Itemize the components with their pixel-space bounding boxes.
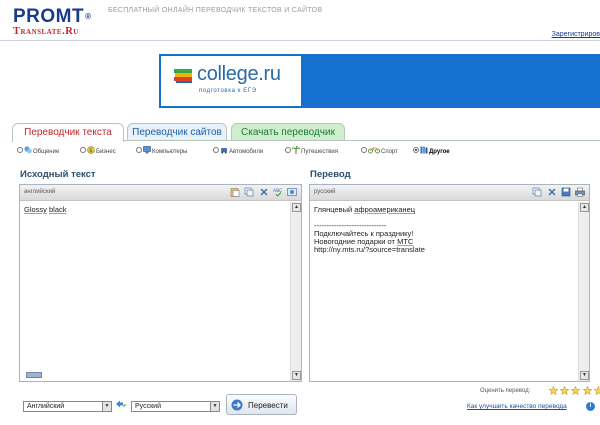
banner-logo-area: college.ru подготовка к ЕГЭ	[161, 56, 301, 106]
radio-button[interactable]	[17, 147, 23, 154]
books-icon	[174, 69, 192, 83]
radio-button[interactable]	[413, 147, 419, 154]
star-icon[interactable]	[560, 386, 570, 395]
topic-other[interactable]: Другое	[413, 146, 450, 158]
tab-site-translator[interactable]: Переводчик сайтов	[127, 123, 227, 141]
source-panel-toolbar: английский ABC	[20, 185, 301, 201]
scroll-up-button[interactable]: ▲	[580, 203, 589, 212]
books-icon	[420, 146, 428, 154]
target-language-select[interactable]: Русский ▼	[131, 401, 220, 412]
topic-label: Путешествия	[301, 149, 339, 155]
star-icon[interactable]	[582, 386, 592, 395]
character-counter	[26, 372, 42, 378]
star-icon[interactable]	[549, 386, 558, 395]
source-panel: английский ABC Glossy black ▲ ▼	[19, 184, 302, 382]
target-text-area[interactable]: Глянцевый афроамериканец ---------------…	[310, 202, 578, 381]
rating-stars	[549, 386, 600, 396]
college-ru-banner[interactable]: college.ru подготовка к ЕГЭ	[159, 54, 600, 108]
source-scrollbar[interactable]: ▲ ▼	[290, 202, 301, 381]
radio-button[interactable]	[136, 147, 142, 154]
source-language-value: Английский	[27, 403, 65, 410]
translation-line: Глянцевый афроамериканец	[314, 206, 574, 214]
radio-button[interactable]	[361, 147, 367, 154]
topic-label: Автомобили	[229, 149, 264, 155]
paste-icon[interactable]	[230, 187, 240, 197]
print-icon[interactable]	[575, 187, 585, 197]
translate-icon	[231, 399, 243, 411]
scroll-down-button[interactable]: ▼	[292, 371, 301, 380]
topic-label: Другое	[429, 149, 450, 155]
logo-registered-mark: ®	[85, 12, 92, 21]
tab-text-translator[interactable]: Переводчик текста	[12, 123, 124, 142]
target-panel-toolbar: русский	[310, 185, 589, 201]
clear-icon[interactable]	[259, 187, 269, 197]
translation-word: Глянцевый	[314, 205, 353, 214]
chevron-down-icon[interactable]: ▼	[210, 402, 219, 411]
topic-sport[interactable]: Спорт	[361, 146, 398, 158]
topic-label: Бизнес	[96, 149, 116, 155]
svg-text:$: $	[89, 148, 92, 154]
radio-button[interactable]	[213, 147, 219, 154]
scroll-up-button[interactable]: ▲	[292, 203, 301, 212]
banner-title: college.ru	[197, 63, 281, 85]
topic-cars[interactable]: Автомобили	[213, 146, 263, 158]
translation-word: афроамериканец	[354, 205, 416, 214]
save-icon[interactable]	[561, 187, 571, 197]
copy-icon[interactable]	[244, 187, 254, 197]
promt-logo[interactable]: PROMT® Translate.Ru	[13, 7, 92, 37]
ad-url[interactable]: http://ny.mts.ru/?source=translate	[314, 246, 574, 254]
tab-download-translator[interactable]: Скачать переводчик	[231, 123, 345, 141]
bicycle-icon	[368, 148, 380, 154]
topic-label: Компьютеры	[152, 149, 188, 155]
radio-button[interactable]	[80, 147, 86, 154]
business-icon: $	[87, 146, 95, 154]
star-icon[interactable]	[593, 386, 600, 395]
target-scrollbar[interactable]: ▲ ▼	[578, 202, 589, 381]
chat-icon	[24, 146, 32, 154]
palm-icon	[292, 146, 300, 155]
header-divider	[0, 40, 600, 41]
source-language-select[interactable]: Английский ▼	[23, 401, 112, 412]
topic-chat[interactable]: Общение	[17, 146, 59, 158]
car-icon	[221, 148, 227, 154]
site-tagline: БЕСПЛАТНЫЙ ОНЛАЙН ПЕРЕВОДЧИК ТЕКСТОВ И С…	[108, 7, 323, 14]
scroll-down-button[interactable]: ▼	[580, 371, 589, 380]
translate-button-label: Перевести	[248, 401, 288, 410]
topic-label: Спорт	[381, 149, 398, 155]
target-panel-title: Перевод	[310, 169, 351, 180]
topic-business[interactable]: $ Бизнес	[80, 146, 116, 158]
target-panel: русский Глянцевый афроамериканец -------…	[309, 184, 590, 382]
translate-button[interactable]: Перевести	[226, 394, 297, 415]
info-icon[interactable]: i	[586, 402, 595, 411]
improve-quality-link[interactable]: Как улучшить качество перевода	[467, 403, 567, 410]
banner-subtitle: подготовка к ЕГЭ	[199, 88, 257, 94]
source-word: black	[49, 205, 67, 214]
star-icon[interactable]	[571, 386, 581, 395]
source-panel-title: Исходный текст	[20, 169, 96, 180]
topic-computers[interactable]: Компьютеры	[136, 146, 187, 158]
logo-promt-text: PROMT	[13, 6, 85, 27]
register-link[interactable]: Зарегистриров	[552, 31, 600, 38]
topic-travel[interactable]: Путешествия	[285, 146, 338, 158]
radio-button[interactable]	[285, 147, 291, 154]
spellcheck-icon[interactable]: ABC	[273, 187, 283, 197]
source-word: Glossy	[24, 205, 47, 214]
source-text-area[interactable]: Glossy black	[20, 202, 290, 381]
logo-translate-ru-text: Translate.Ru	[13, 26, 79, 37]
chevron-down-icon[interactable]: ▼	[102, 402, 111, 411]
source-language-label: английский	[24, 189, 56, 195]
rate-translation-label: Оценить перевод:	[480, 388, 531, 394]
copy-icon[interactable]	[532, 187, 542, 197]
swap-languages-icon[interactable]	[115, 399, 128, 409]
clear-icon[interactable]	[547, 187, 557, 197]
target-language-label: русский	[314, 189, 336, 195]
computer-icon	[143, 146, 151, 154]
keyboard-icon[interactable]	[287, 187, 297, 197]
target-language-value: Русский	[135, 403, 161, 410]
topic-label: Общение	[33, 149, 60, 155]
